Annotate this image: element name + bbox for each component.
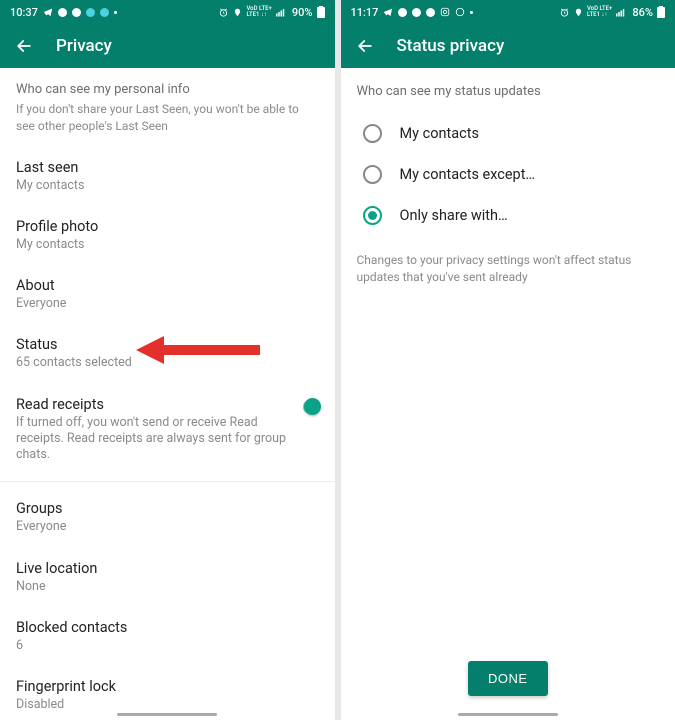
setting-sub: Everyone	[16, 519, 319, 535]
radio-icon-selected	[363, 206, 382, 225]
radio-list: My contacts My contacts except… Only sha…	[341, 105, 675, 244]
app-icon	[58, 8, 67, 17]
status-bar: 10:37 VoD LTE+LTE1 ↓↑ 90%	[0, 0, 335, 24]
status-battery: 90%	[292, 6, 313, 19]
page-title: Privacy	[56, 36, 112, 56]
status-privacy-content: Who can see my status updates My contact…	[341, 68, 675, 720]
setting-sub: Everyone	[16, 296, 319, 312]
setting-live-location[interactable]: Live location None	[0, 548, 335, 607]
setting-fingerprint[interactable]: Fingerprint lock Disabled	[0, 666, 335, 720]
privacy-screen: 10:37 VoD LTE+LTE1 ↓↑ 90% Privacy Who ca…	[0, 0, 335, 720]
app-icon	[72, 8, 81, 17]
radio-icon	[363, 165, 382, 184]
status-time: 11:17	[351, 6, 379, 19]
status-header: Who can see my status updates	[341, 68, 675, 105]
setting-groups[interactable]: Groups Everyone	[0, 488, 335, 547]
read-receipts-toggle[interactable]	[303, 400, 318, 414]
radio-label: My contacts	[400, 125, 479, 142]
setting-sub: Disabled	[16, 697, 319, 713]
divider	[0, 481, 335, 482]
app-icon	[426, 8, 435, 17]
radio-label: My contacts except…	[400, 166, 536, 183]
setting-sub: If turned off, you won't send or receive…	[16, 415, 293, 464]
done-button[interactable]: DONE	[468, 661, 548, 696]
signal-icon	[276, 7, 288, 17]
setting-sub: 65 contacts selected	[16, 355, 319, 371]
home-indicator	[458, 713, 558, 716]
setting-title: Status	[16, 336, 319, 353]
privacy-content: Who can see my personal info If you don'…	[0, 68, 335, 720]
app-icon	[100, 8, 109, 17]
more-dot	[470, 11, 473, 14]
alarm-icon	[559, 7, 570, 18]
radio-except[interactable]: My contacts except…	[341, 154, 675, 195]
setting-read-receipts[interactable]: Read receipts If turned off, you won't s…	[0, 384, 335, 476]
setting-profile-photo[interactable]: Profile photo My contacts	[0, 206, 335, 265]
page-title: Status privacy	[397, 36, 505, 56]
circle-outline-icon	[455, 7, 465, 17]
app-icon	[412, 8, 421, 17]
status-bar: 11:17 VoD LTE+LTE1 ↓↑ 86%	[341, 0, 675, 24]
setting-title: Profile photo	[16, 218, 319, 235]
app-icon	[86, 8, 95, 17]
setting-last-seen[interactable]: Last seen My contacts	[0, 147, 335, 206]
setting-title: Live location	[16, 560, 319, 577]
battery-icon	[317, 6, 325, 18]
setting-sub: None	[16, 579, 319, 595]
setting-about[interactable]: About Everyone	[0, 265, 335, 324]
personal-info-hint: If you don't share your Last Seen, you w…	[0, 99, 335, 147]
status-time: 10:37	[10, 6, 38, 19]
radio-only-share[interactable]: Only share with…	[341, 195, 675, 236]
setting-title: Groups	[16, 500, 319, 517]
app-bar: Privacy	[0, 24, 335, 68]
status-privacy-screen: 11:17 VoD LTE+LTE1 ↓↑ 86% Status privacy…	[341, 0, 675, 720]
back-icon[interactable]	[355, 36, 375, 56]
setting-title: Fingerprint lock	[16, 678, 319, 695]
back-icon[interactable]	[14, 36, 34, 56]
setting-blocked[interactable]: Blocked contacts 6	[0, 607, 335, 666]
setting-title: Last seen	[16, 159, 319, 176]
home-indicator	[117, 713, 217, 716]
app-bar: Status privacy	[341, 24, 675, 68]
setting-sub: My contacts	[16, 237, 319, 253]
setting-sub: My contacts	[16, 178, 319, 194]
setting-status[interactable]: Status 65 contacts selected	[0, 324, 335, 383]
telegram-icon	[383, 7, 393, 17]
radio-my-contacts[interactable]: My contacts	[341, 113, 675, 154]
location-icon	[574, 7, 583, 18]
setting-title: Read receipts	[16, 396, 293, 413]
network-label: VoD LTE+LTE1 ↓↑	[587, 6, 612, 18]
setting-title: Blocked contacts	[16, 619, 319, 636]
instagram-icon	[440, 7, 450, 17]
signal-icon	[616, 7, 628, 17]
more-dot	[114, 11, 117, 14]
setting-title: About	[16, 277, 319, 294]
radio-icon	[363, 124, 382, 143]
telegram-icon	[43, 7, 53, 17]
network-label: VoD LTE+LTE1 ↓↑	[246, 6, 271, 18]
alarm-icon	[218, 7, 229, 18]
location-icon	[233, 7, 242, 18]
personal-info-header: Who can see my personal info	[0, 68, 335, 99]
status-battery: 86%	[632, 6, 653, 19]
app-icon	[398, 8, 407, 17]
radio-label: Only share with…	[400, 207, 508, 224]
setting-sub: 6	[16, 638, 319, 654]
footer-hint: Changes to your privacy settings won't a…	[341, 244, 675, 298]
battery-icon	[657, 6, 665, 18]
